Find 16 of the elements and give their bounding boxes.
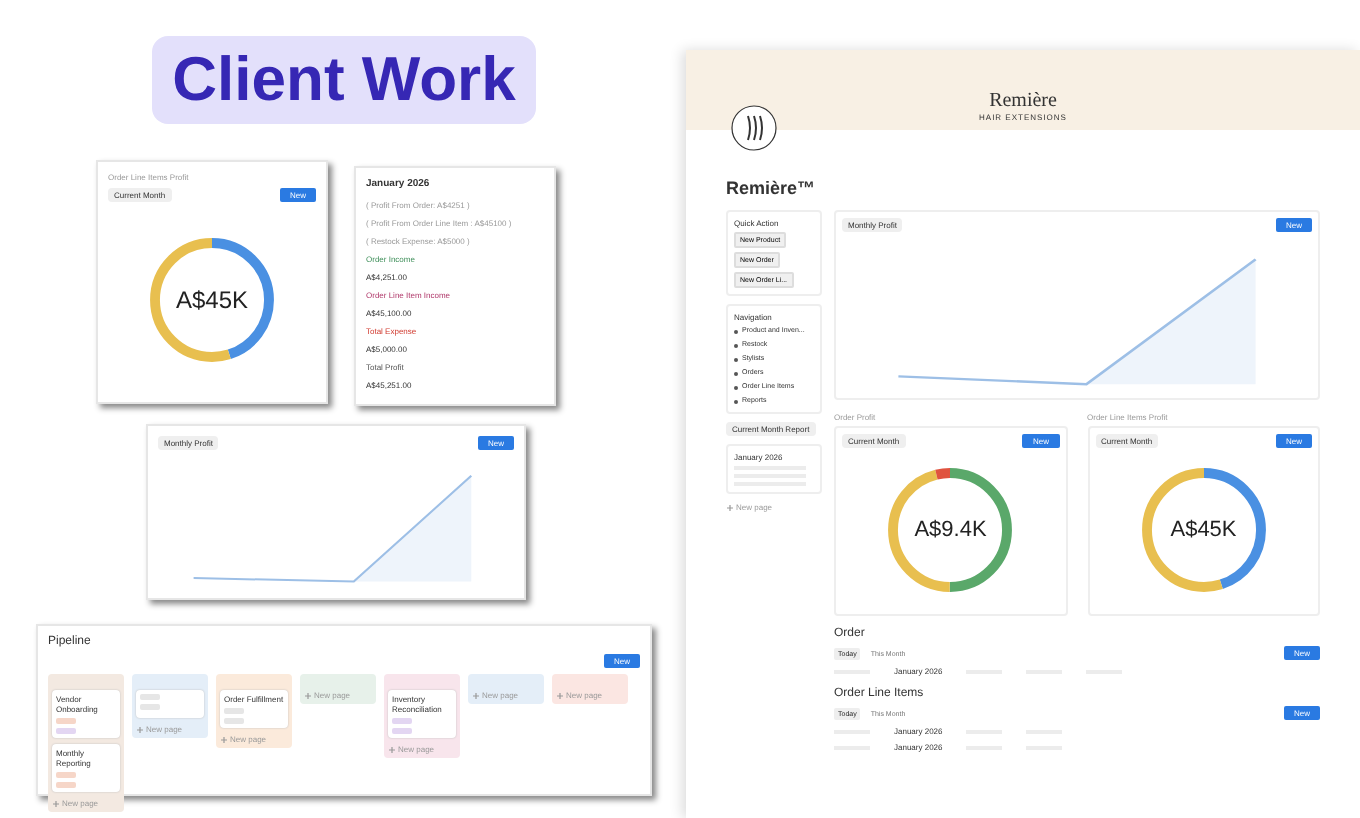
plus-icon [388,745,396,753]
plus-icon [52,799,60,807]
donut-value: A$9.4K [914,518,987,542]
plus-icon [726,503,734,511]
plus-icon [304,691,312,699]
page-title: Remière™ [726,178,818,198]
donut-value: A$45K [1170,518,1237,542]
plus-icon [472,691,480,699]
brand-name: Remière [989,90,1057,112]
donut-value: A$45K [175,286,249,314]
plus-icon [556,691,564,699]
plus-icon [220,735,228,743]
plus-icon [136,725,144,733]
logo-icon [730,104,778,152]
task-card[interactable] [136,690,204,718]
title-badge: Client Work [152,36,536,124]
